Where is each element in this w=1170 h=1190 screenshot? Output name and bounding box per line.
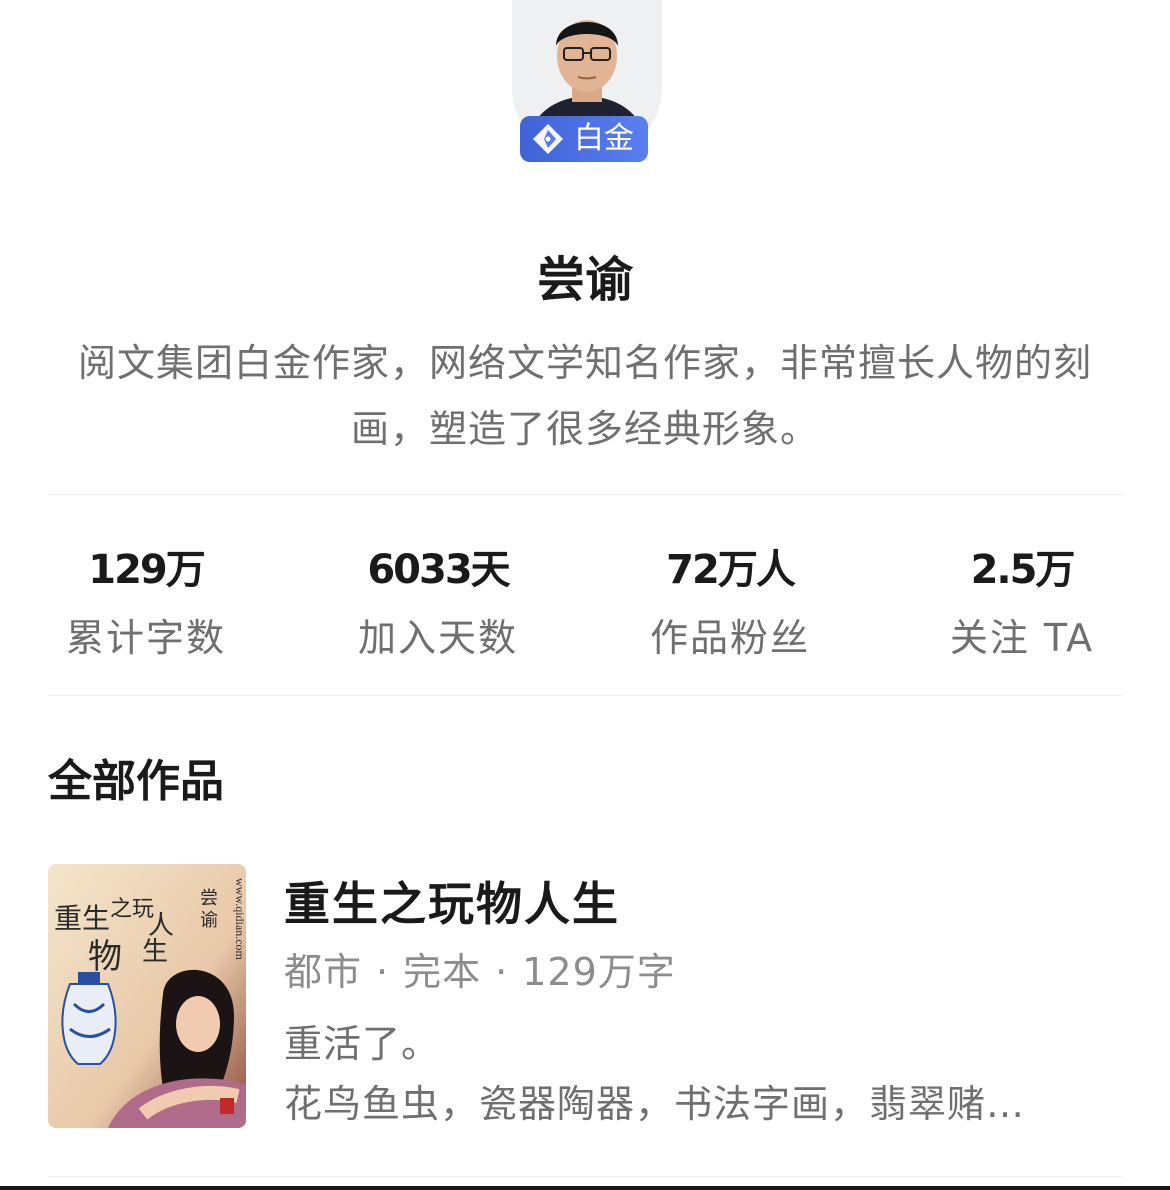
svg-text:物: 物 — [88, 938, 122, 976]
book-status: 完本 — [403, 950, 482, 994]
divider — [48, 494, 1122, 495]
stat-value: 72万人 — [666, 547, 796, 593]
svg-text:www.qidian.com: www.qidian.com — [233, 878, 246, 961]
stat-fans[interactable]: 72万人 作品粉丝 — [600, 540, 860, 668]
section-title-works: 全部作品 — [48, 756, 224, 807]
stat-value: 6033天 — [367, 547, 510, 593]
author-bio: 阅文集团白金作家，网络文学知名作家，非常擅长人物的刻画，塑造了很多经典形象。 — [77, 341, 1092, 451]
svg-text:谕: 谕 — [200, 910, 218, 930]
level-badge: 白金 — [520, 116, 648, 162]
book-meta: 都市 · 完本 · 129万字 — [284, 942, 676, 1002]
separator-dot: · — [495, 950, 509, 994]
level-badge-label: 白金 — [574, 121, 634, 156]
book-genre: 都市 — [284, 950, 363, 994]
book-cover[interactable]: 重生 之玩 物 生 人 尝 谕 www.qidian.com — [48, 864, 246, 1128]
stat-word-count: 129万 累计字数 — [16, 540, 276, 668]
svg-text:重生: 重生 — [54, 903, 110, 935]
stat-label: 累计字数 — [65, 616, 226, 660]
author-avatar-block: 白金 — [512, 0, 662, 168]
book-intro: 重活了。 — [284, 1022, 441, 1066]
book-item[interactable]: 重生 之玩 物 生 人 尝 谕 www.qidian.com 重生之玩物人生 都… — [48, 864, 1122, 1130]
book-word-count: 129万字 — [522, 950, 676, 994]
stat-value: 129万 — [88, 547, 206, 593]
book-title[interactable]: 重生之玩物人生 — [284, 874, 620, 934]
divider — [48, 1176, 1122, 1177]
pen-icon — [530, 121, 566, 157]
stat-join-days: 6033天 加入天数 — [308, 540, 568, 668]
svg-text:生: 生 — [142, 937, 168, 966]
svg-text:尝: 尝 — [200, 888, 218, 908]
divider — [48, 695, 1122, 696]
stat-value: 2.5万 — [970, 547, 1076, 593]
stat-label: 关注 TA — [949, 616, 1095, 660]
stat-label: 加入天数 — [357, 616, 518, 660]
stat-following[interactable]: 2.5万 关注 TA — [892, 540, 1152, 668]
stat-label: 作品粉丝 — [649, 616, 810, 660]
separator-dot: · — [376, 950, 390, 994]
author-name: 尝谕 — [536, 252, 633, 308]
svg-text:人: 人 — [148, 911, 174, 940]
bottom-edge — [0, 1186, 1170, 1190]
book-synopsis: 花鸟鱼虫，瓷器陶器，书法字画，翡翠赌… — [284, 1082, 1026, 1126]
